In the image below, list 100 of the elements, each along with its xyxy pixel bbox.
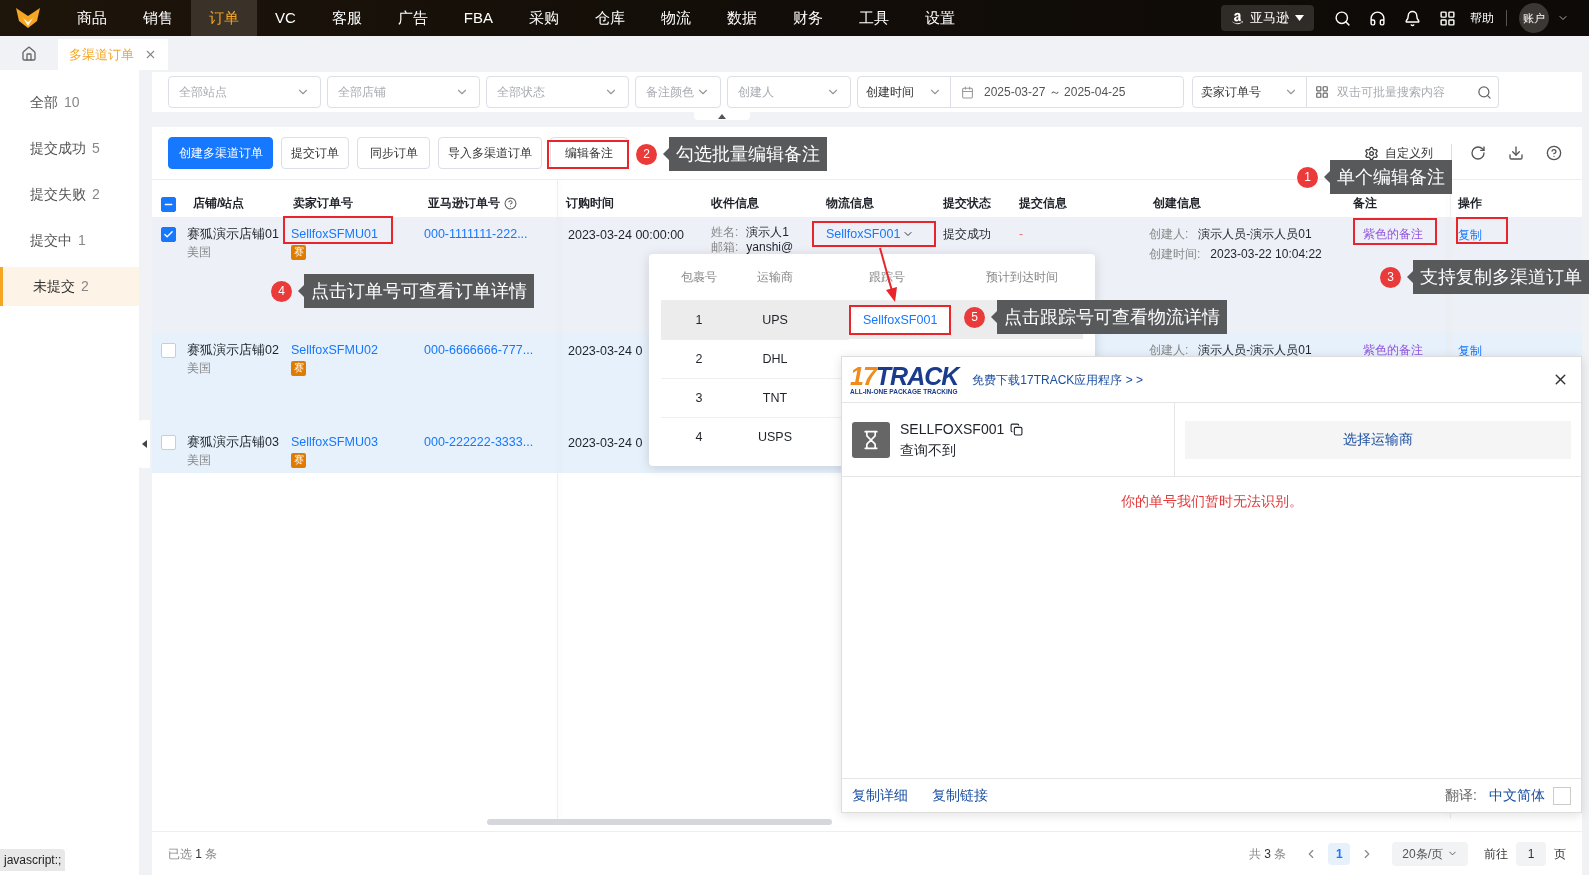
note-link[interactable]: 紫色的备注 xyxy=(1345,341,1450,359)
check-icon xyxy=(163,229,174,240)
site-name: 美国 xyxy=(187,244,212,260)
seller-order-link[interactable]: SellfoxSFMU03 xyxy=(291,433,378,452)
nav-item[interactable]: 订单 xyxy=(191,0,257,36)
field-label: 姓名: xyxy=(711,225,739,240)
column-header: 运输商 xyxy=(756,269,794,286)
seller-order-link[interactable]: SellfoxSFMU02 xyxy=(291,341,378,360)
home-icon[interactable] xyxy=(21,46,37,62)
amazon-order-link[interactable]: 000-1111111-222... xyxy=(420,225,558,244)
store-badge: 赛 xyxy=(291,452,306,468)
column-header: 订购时间 xyxy=(564,195,615,212)
tracking-dropdown[interactable]: SellfoxSF001 xyxy=(826,225,927,244)
nav-item[interactable]: 销售 xyxy=(125,0,191,36)
action-link[interactable]: 复制链接 xyxy=(932,785,988,806)
column-header: 物流信息 xyxy=(825,195,875,212)
package-number: 2 xyxy=(694,350,704,368)
sidebar-item[interactable]: 全部 10 xyxy=(0,83,139,122)
select-carrier-button[interactable]: 选择运输商 xyxy=(1185,420,1571,459)
sidebar-item[interactable]: 提交成功 5 xyxy=(0,129,139,168)
nav-item[interactable]: 广告 xyxy=(379,0,446,36)
checkbox[interactable] xyxy=(1553,786,1571,805)
carrier-name: DHL xyxy=(761,350,789,368)
help-icon[interactable] xyxy=(1546,145,1562,161)
column-header: 操作 xyxy=(1457,195,1483,212)
scrollbar-thumb[interactable] xyxy=(487,819,832,825)
page-number[interactable]: 1 xyxy=(1328,842,1351,865)
field-value: yanshi@ xyxy=(746,240,794,255)
nav-item[interactable]: 工具 xyxy=(841,0,908,36)
checkbox[interactable] xyxy=(161,343,176,358)
help-link[interactable]: 帮助 xyxy=(1470,9,1494,27)
bell-icon[interactable] xyxy=(1404,9,1421,27)
toolbar-button[interactable]: 导入多渠道订单 xyxy=(438,137,542,169)
fox-logo-icon xyxy=(15,7,41,29)
field-label: 创建人: xyxy=(1149,226,1189,243)
caret-left-icon xyxy=(141,440,147,448)
sidebar-item[interactable]: 提交失败 2 xyxy=(0,175,139,214)
column-header: 店铺/站点 xyxy=(192,195,246,212)
copy-link[interactable]: 复制 xyxy=(1458,344,1482,358)
field-value: 演示人1 xyxy=(746,225,790,240)
copy-icon[interactable] xyxy=(1010,422,1024,436)
field-label: 创建时间: xyxy=(1149,246,1201,263)
nav-item[interactable]: 设置 xyxy=(907,0,974,36)
highlight-frame xyxy=(1456,217,1508,244)
platform-dropdown[interactable]: 亚马逊 xyxy=(1221,5,1314,31)
column-header: 创建信息 xyxy=(1152,195,1202,212)
download-app-link[interactable]: 免费下载17TRACK应用程序 > > xyxy=(972,370,1143,389)
checkbox[interactable] xyxy=(161,227,176,242)
note-link[interactable]: 紫色的备注 xyxy=(1345,225,1450,243)
callout-tooltip: 点击订单号可查看订单详情 xyxy=(298,274,534,308)
page-size-select[interactable]: 20条/页 xyxy=(1392,841,1468,866)
language-link[interactable]: 中文简体 xyxy=(1489,785,1545,806)
checkbox[interactable] xyxy=(161,435,176,450)
refresh-icon[interactable] xyxy=(1470,145,1486,161)
nav-item[interactable]: FBA xyxy=(445,0,512,36)
error-message: 你的单号我们暂时无法识别。 xyxy=(1120,493,1303,509)
column-header: 提交状态 xyxy=(942,195,992,212)
toolbar-button[interactable]: 提交订单 xyxy=(281,137,349,169)
account-avatar[interactable]: 账户 xyxy=(1519,3,1549,33)
sidebar-item[interactable]: 未提交 2 xyxy=(0,267,139,306)
sidebar-collapse-handle[interactable] xyxy=(138,420,150,468)
toolbar-button[interactable]: 同步订单 xyxy=(357,137,430,169)
date-range-field[interactable]: 2025-03-27 ～ 2025-04-25 xyxy=(984,83,1126,101)
headset-icon[interactable] xyxy=(1369,9,1386,27)
sidebar-item[interactable]: 提交中 1 xyxy=(0,221,139,260)
help-icon[interactable] xyxy=(504,196,517,210)
date-type-select[interactable]: 创建时间 xyxy=(858,77,951,107)
apps-grid-icon[interactable] xyxy=(1439,9,1456,27)
nav-item[interactable]: VC xyxy=(257,0,314,36)
grid-icon[interactable] xyxy=(1315,85,1330,99)
submit-info: - xyxy=(1018,226,1024,243)
action-link[interactable]: 复制详细 xyxy=(852,785,908,806)
nav-item[interactable]: 采购 xyxy=(511,0,578,36)
carrier-name: UPS xyxy=(761,311,789,329)
tracking-number-link[interactable]: SellfoxSF001 xyxy=(849,304,952,336)
custom-columns-button[interactable]: 自定义列 xyxy=(1364,144,1433,162)
search-icon[interactable] xyxy=(1334,9,1351,27)
nav-item[interactable]: 物流 xyxy=(643,0,710,36)
collapse-handle[interactable] xyxy=(694,112,750,120)
download-icon[interactable] xyxy=(1508,145,1524,161)
nav-item[interactable]: 仓库 xyxy=(577,0,644,36)
column-header: 预计到达时间 xyxy=(985,269,1059,286)
amazon-order-link[interactable]: 000-222222-3333... xyxy=(420,433,558,452)
nav-item[interactable]: 财务 xyxy=(775,0,842,36)
package-number: 3 xyxy=(694,389,704,407)
nav-item[interactable]: 数据 xyxy=(709,0,776,36)
field-value: 2023-03-22 10:04:22 xyxy=(1210,246,1322,263)
nav-item[interactable]: 商品 xyxy=(59,0,125,36)
amazon-order-link[interactable]: 000-6666666-777... xyxy=(420,341,558,360)
store-badge: 赛 xyxy=(291,360,306,376)
search-type-select[interactable]: 卖家订单号 xyxy=(1192,76,1308,108)
toolbar-button[interactable]: 创建多渠道订单 xyxy=(168,137,273,169)
checkbox[interactable] xyxy=(161,197,176,212)
seller-order-link[interactable]: SellfoxSFMU01 xyxy=(291,225,378,244)
store-name: 赛狐演示店铺01 xyxy=(187,226,280,243)
carrier-name: TNT xyxy=(761,389,789,407)
goto-page-field[interactable]: 1 xyxy=(1516,841,1546,866)
settings-icon xyxy=(1364,145,1379,161)
copy-link[interactable]: 复制 xyxy=(1458,228,1482,242)
nav-item[interactable]: 客服 xyxy=(313,0,380,36)
